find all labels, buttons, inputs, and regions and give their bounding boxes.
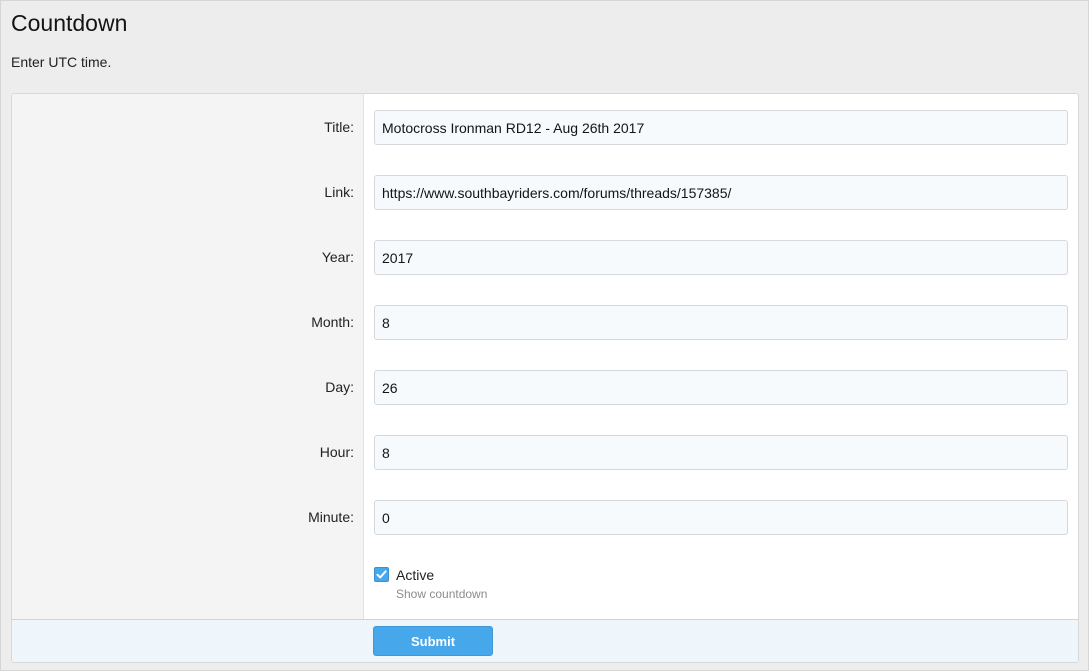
minute-input[interactable] bbox=[374, 500, 1068, 535]
minute-label: Minute: bbox=[308, 509, 354, 525]
link-label: Link: bbox=[324, 184, 354, 200]
active-checkbox[interactable] bbox=[374, 567, 389, 582]
title-label: Title: bbox=[324, 119, 354, 135]
month-label: Month: bbox=[311, 314, 354, 330]
active-option: Active Show countdown bbox=[374, 566, 674, 606]
countdown-form: Title: Link: Year: Month: Day: Hour: Min… bbox=[11, 93, 1079, 663]
year-label: Year: bbox=[321, 249, 354, 265]
checkmark-icon bbox=[376, 570, 387, 579]
row-title: Title: bbox=[12, 109, 1078, 145]
month-input[interactable] bbox=[374, 305, 1068, 340]
row-link: Link: bbox=[12, 174, 1078, 210]
page-description: Enter UTC time. bbox=[11, 54, 112, 70]
day-input[interactable] bbox=[374, 370, 1068, 405]
row-month: Month: bbox=[12, 304, 1078, 340]
label-column bbox=[12, 94, 364, 619]
active-label[interactable]: Active bbox=[396, 566, 434, 584]
hour-label: Hour: bbox=[319, 444, 354, 460]
row-day: Day: bbox=[12, 369, 1078, 405]
hour-input[interactable] bbox=[374, 435, 1068, 470]
active-hint: Show countdown bbox=[396, 587, 488, 601]
submit-button[interactable]: Submit bbox=[373, 626, 493, 656]
day-label: Day: bbox=[325, 379, 354, 395]
countdown-page: Countdown Enter UTC time. Title: Link: Y… bbox=[0, 0, 1089, 671]
year-input[interactable] bbox=[374, 240, 1068, 275]
link-input[interactable] bbox=[374, 175, 1068, 210]
page-title: Countdown bbox=[11, 10, 128, 36]
title-input[interactable] bbox=[374, 110, 1068, 145]
row-year: Year: bbox=[12, 239, 1078, 275]
row-hour: Hour: bbox=[12, 434, 1078, 470]
submit-bar: Submit bbox=[12, 619, 1078, 662]
row-minute: Minute: bbox=[12, 499, 1078, 535]
